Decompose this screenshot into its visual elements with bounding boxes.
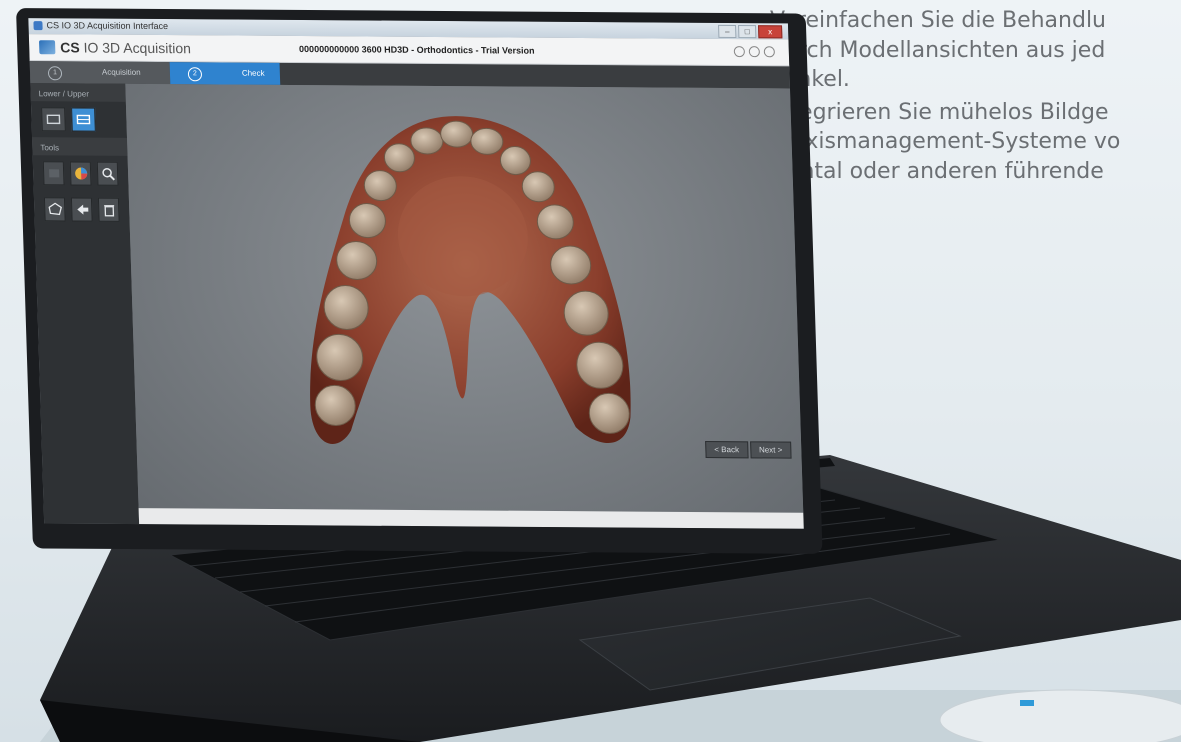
laptop-screen-bezel: CS IO 3D Acquisition Interface – □ x CS … xyxy=(16,8,823,554)
step-number: 2 xyxy=(187,67,203,82)
app-logo: CS IO 3D Acquisition xyxy=(38,39,192,57)
app-window: CS IO 3D Acquisition Interface – □ x CS … xyxy=(28,18,804,529)
3d-view-button[interactable] xyxy=(42,161,65,186)
lower-jaw-icon xyxy=(46,114,61,125)
section-lower-upper: Lower / Upper xyxy=(30,83,126,102)
window-title: CS IO 3D Acquisition Interface xyxy=(46,20,169,32)
step-label: Check xyxy=(241,68,265,78)
tool-panel: Lower / Upper Tools xyxy=(30,83,140,525)
color-button[interactable] xyxy=(69,161,92,186)
section-tools: Tools xyxy=(32,137,128,156)
status-bar xyxy=(138,508,804,529)
3d-view-icon xyxy=(48,169,59,178)
minimize-button[interactable]: – xyxy=(718,24,737,39)
logo-icon xyxy=(38,40,56,55)
polygon-icon xyxy=(48,202,62,216)
logo-text: IO 3D Acquisition xyxy=(83,39,192,57)
color-icon xyxy=(74,167,87,180)
info-icon[interactable] xyxy=(763,46,776,58)
delete-button[interactable] xyxy=(97,197,120,222)
document-title: 000000000000 3600 HD3D - Orthodontics - … xyxy=(298,43,535,56)
back-button[interactable]: < Back xyxy=(705,441,749,459)
back-arrow-icon xyxy=(76,204,88,215)
upper-jaw-button[interactable] xyxy=(71,107,96,132)
tab-check[interactable]: 2 Check xyxy=(169,62,281,85)
step-label: Acquisition xyxy=(101,67,141,77)
zoom-button[interactable] xyxy=(96,161,119,186)
lower-jaw-button[interactable] xyxy=(41,107,66,132)
close-button[interactable]: x xyxy=(758,25,783,39)
maximize-button[interactable]: □ xyxy=(738,25,757,39)
app-icon xyxy=(33,21,43,31)
next-button[interactable]: Next > xyxy=(749,441,792,459)
settings-icon[interactable] xyxy=(733,46,746,58)
dental-scan-model xyxy=(310,116,631,444)
zoom-icon xyxy=(101,167,115,181)
header-icons xyxy=(733,46,776,58)
polygon-button[interactable] xyxy=(43,197,66,222)
navigation-buttons: < Back Next > xyxy=(705,441,792,459)
step-number: 1 xyxy=(47,66,63,81)
window-controls: – □ x xyxy=(718,24,783,39)
logo-strong: CS xyxy=(59,39,80,56)
3d-viewport[interactable]: < Back Next > xyxy=(125,83,804,529)
help-icon[interactable] xyxy=(748,46,761,58)
delete-icon xyxy=(103,205,114,217)
tab-acquisition[interactable]: 1 Acquisition xyxy=(29,61,171,85)
back-arrow-button[interactable] xyxy=(70,197,93,222)
upper-jaw-icon xyxy=(76,114,91,125)
